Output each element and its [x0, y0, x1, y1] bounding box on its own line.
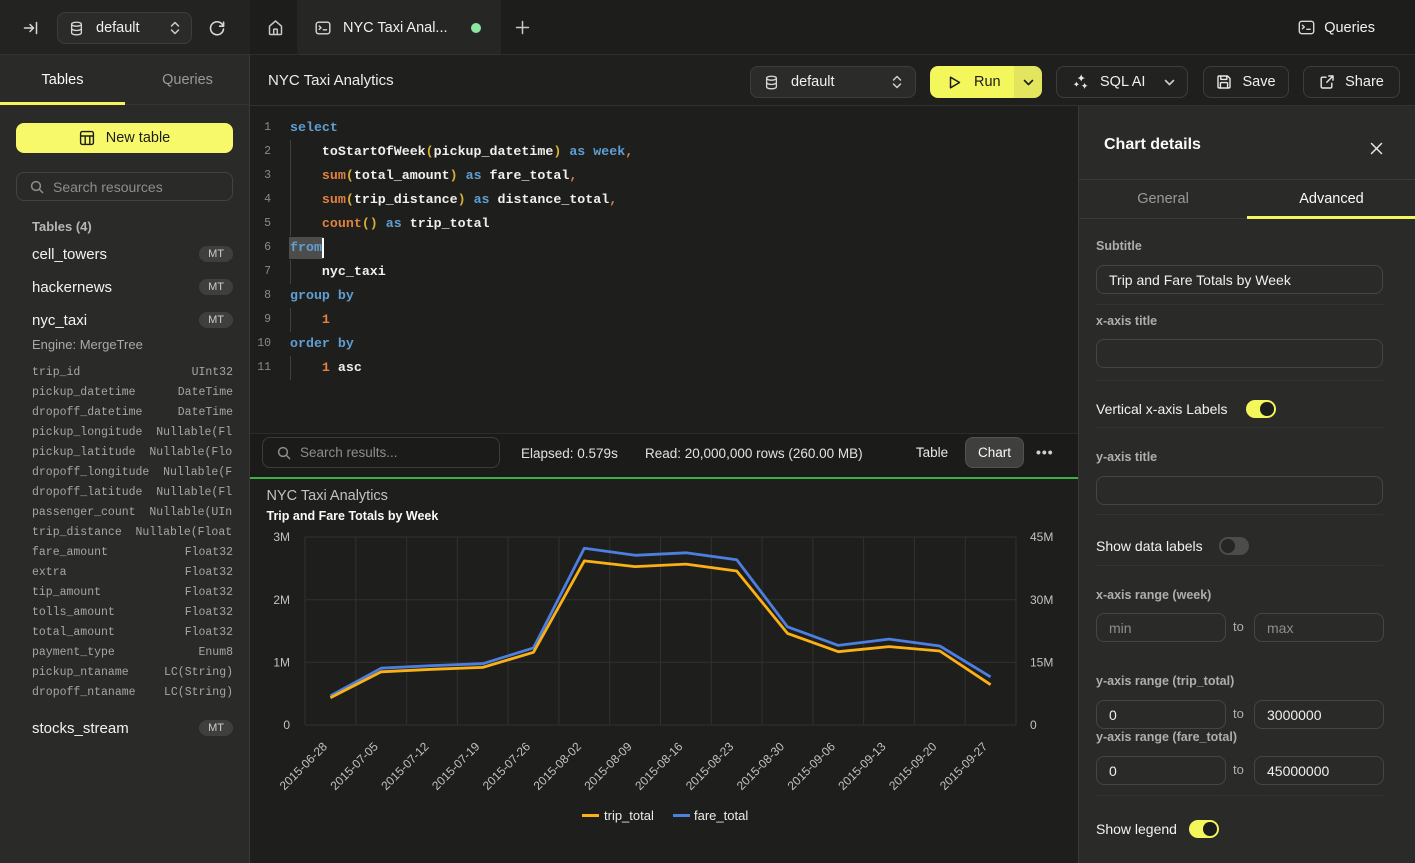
- svg-text:3M: 3M: [273, 530, 290, 544]
- svg-text:0: 0: [283, 718, 290, 732]
- svg-text:fare_total: fare_total: [694, 808, 748, 823]
- svg-text:1M: 1M: [273, 656, 290, 670]
- svg-text:2015-09-20: 2015-09-20: [886, 739, 940, 793]
- svg-text:2015-08-09: 2015-08-09: [581, 739, 635, 793]
- svg-text:45M: 45M: [1030, 530, 1053, 544]
- svg-text:0: 0: [1030, 718, 1037, 732]
- svg-text:2015-09-13: 2015-09-13: [835, 739, 889, 793]
- svg-text:2015-09-27: 2015-09-27: [937, 739, 991, 793]
- svg-text:2015-08-02: 2015-08-02: [531, 739, 585, 793]
- svg-text:trip_total: trip_total: [604, 808, 654, 823]
- svg-text:2015-07-12: 2015-07-12: [378, 739, 432, 793]
- svg-text:2015-07-19: 2015-07-19: [429, 739, 483, 793]
- svg-text:30M: 30M: [1030, 593, 1053, 607]
- svg-text:2M: 2M: [273, 593, 290, 607]
- svg-text:2015-08-30: 2015-08-30: [734, 739, 788, 793]
- svg-text:2015-07-26: 2015-07-26: [480, 739, 534, 793]
- svg-text:2015-09-06: 2015-09-06: [785, 739, 839, 793]
- svg-text:2015-06-28: 2015-06-28: [277, 739, 331, 793]
- svg-text:2015-08-16: 2015-08-16: [632, 739, 686, 793]
- svg-text:2015-07-05: 2015-07-05: [328, 739, 382, 793]
- svg-text:2015-08-23: 2015-08-23: [683, 739, 737, 793]
- svg-text:15M: 15M: [1030, 656, 1053, 670]
